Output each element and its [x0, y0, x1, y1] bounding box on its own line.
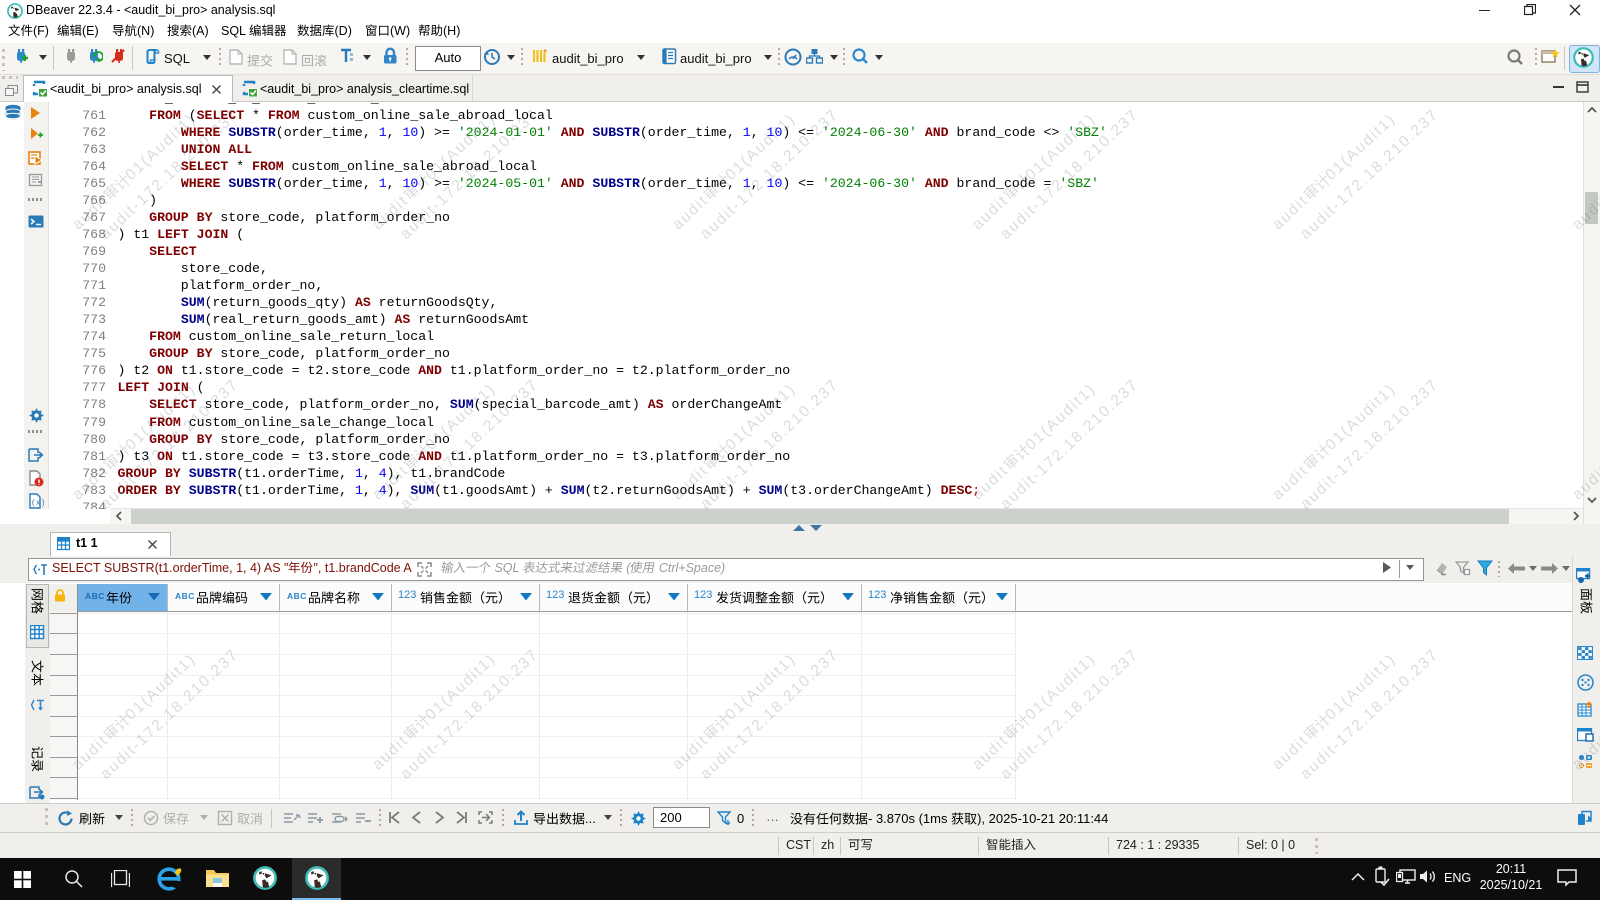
svg-text:(x): (x) [31, 499, 44, 508]
